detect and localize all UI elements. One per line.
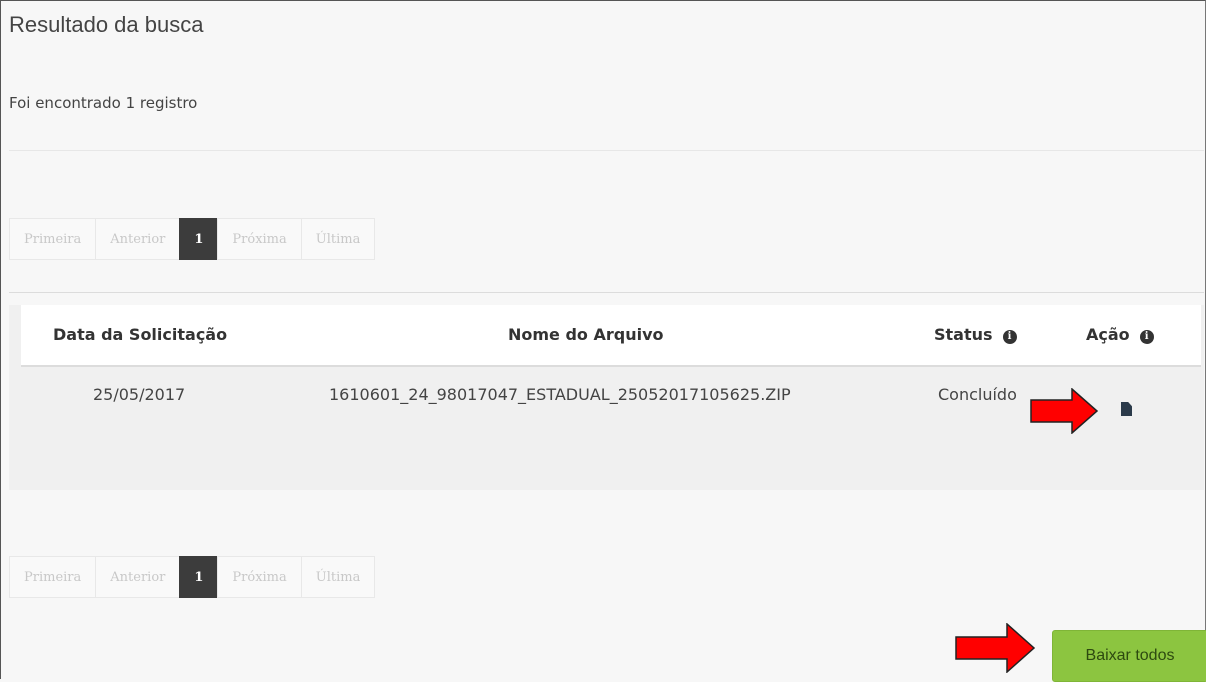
header-status-label: Status xyxy=(934,325,993,344)
header-action: Ação i xyxy=(1086,325,1154,344)
info-icon[interactable]: i xyxy=(1002,330,1017,344)
header-action-label: Ação xyxy=(1086,325,1130,344)
page-next-button[interactable]: Próxima xyxy=(217,556,302,598)
header-file-name: Nome do Arquivo xyxy=(508,325,664,344)
page-current-button[interactable]: 1 xyxy=(179,556,219,598)
page-first-button[interactable]: Primeira xyxy=(9,218,97,260)
cell-date: 25/05/2017 xyxy=(93,385,186,404)
pagination-bottom: Primeira Anterior 1 Próxima Última xyxy=(9,556,376,598)
result-count: Foi encontrado 1 registro xyxy=(9,94,198,112)
info-icon[interactable]: i xyxy=(1139,330,1154,344)
table-header: Data da Solicitação Nome do Arquivo Stat… xyxy=(21,305,1201,367)
page-current-button[interactable]: 1 xyxy=(179,218,219,260)
header-status: Status i xyxy=(934,325,1017,344)
header-date: Data da Solicitação xyxy=(53,325,228,344)
page-prev-button[interactable]: Anterior xyxy=(95,218,181,260)
cell-status: Concluído xyxy=(938,385,1017,404)
pagination-top: Primeira Anterior 1 Próxima Última xyxy=(9,218,376,260)
divider xyxy=(9,292,1204,293)
download-all-button[interactable]: Baixar todos xyxy=(1052,630,1206,682)
cell-file-name: 1610601_24_98017047_ESTADUAL_25052017105… xyxy=(329,385,791,404)
page-last-button[interactable]: Última xyxy=(300,218,376,260)
page-prev-button[interactable]: Anterior xyxy=(95,556,181,598)
results-table: Data da Solicitação Nome do Arquivo Stat… xyxy=(9,305,1204,490)
page-next-button[interactable]: Próxima xyxy=(217,218,302,260)
page-title: Resultado da busca xyxy=(9,12,204,37)
red-arrow-icon xyxy=(1030,388,1098,434)
divider xyxy=(9,150,1204,151)
document-icon[interactable] xyxy=(1121,402,1132,416)
page-first-button[interactable]: Primeira xyxy=(9,556,97,598)
page-last-button[interactable]: Última xyxy=(300,556,376,598)
red-arrow-icon xyxy=(955,623,1035,673)
